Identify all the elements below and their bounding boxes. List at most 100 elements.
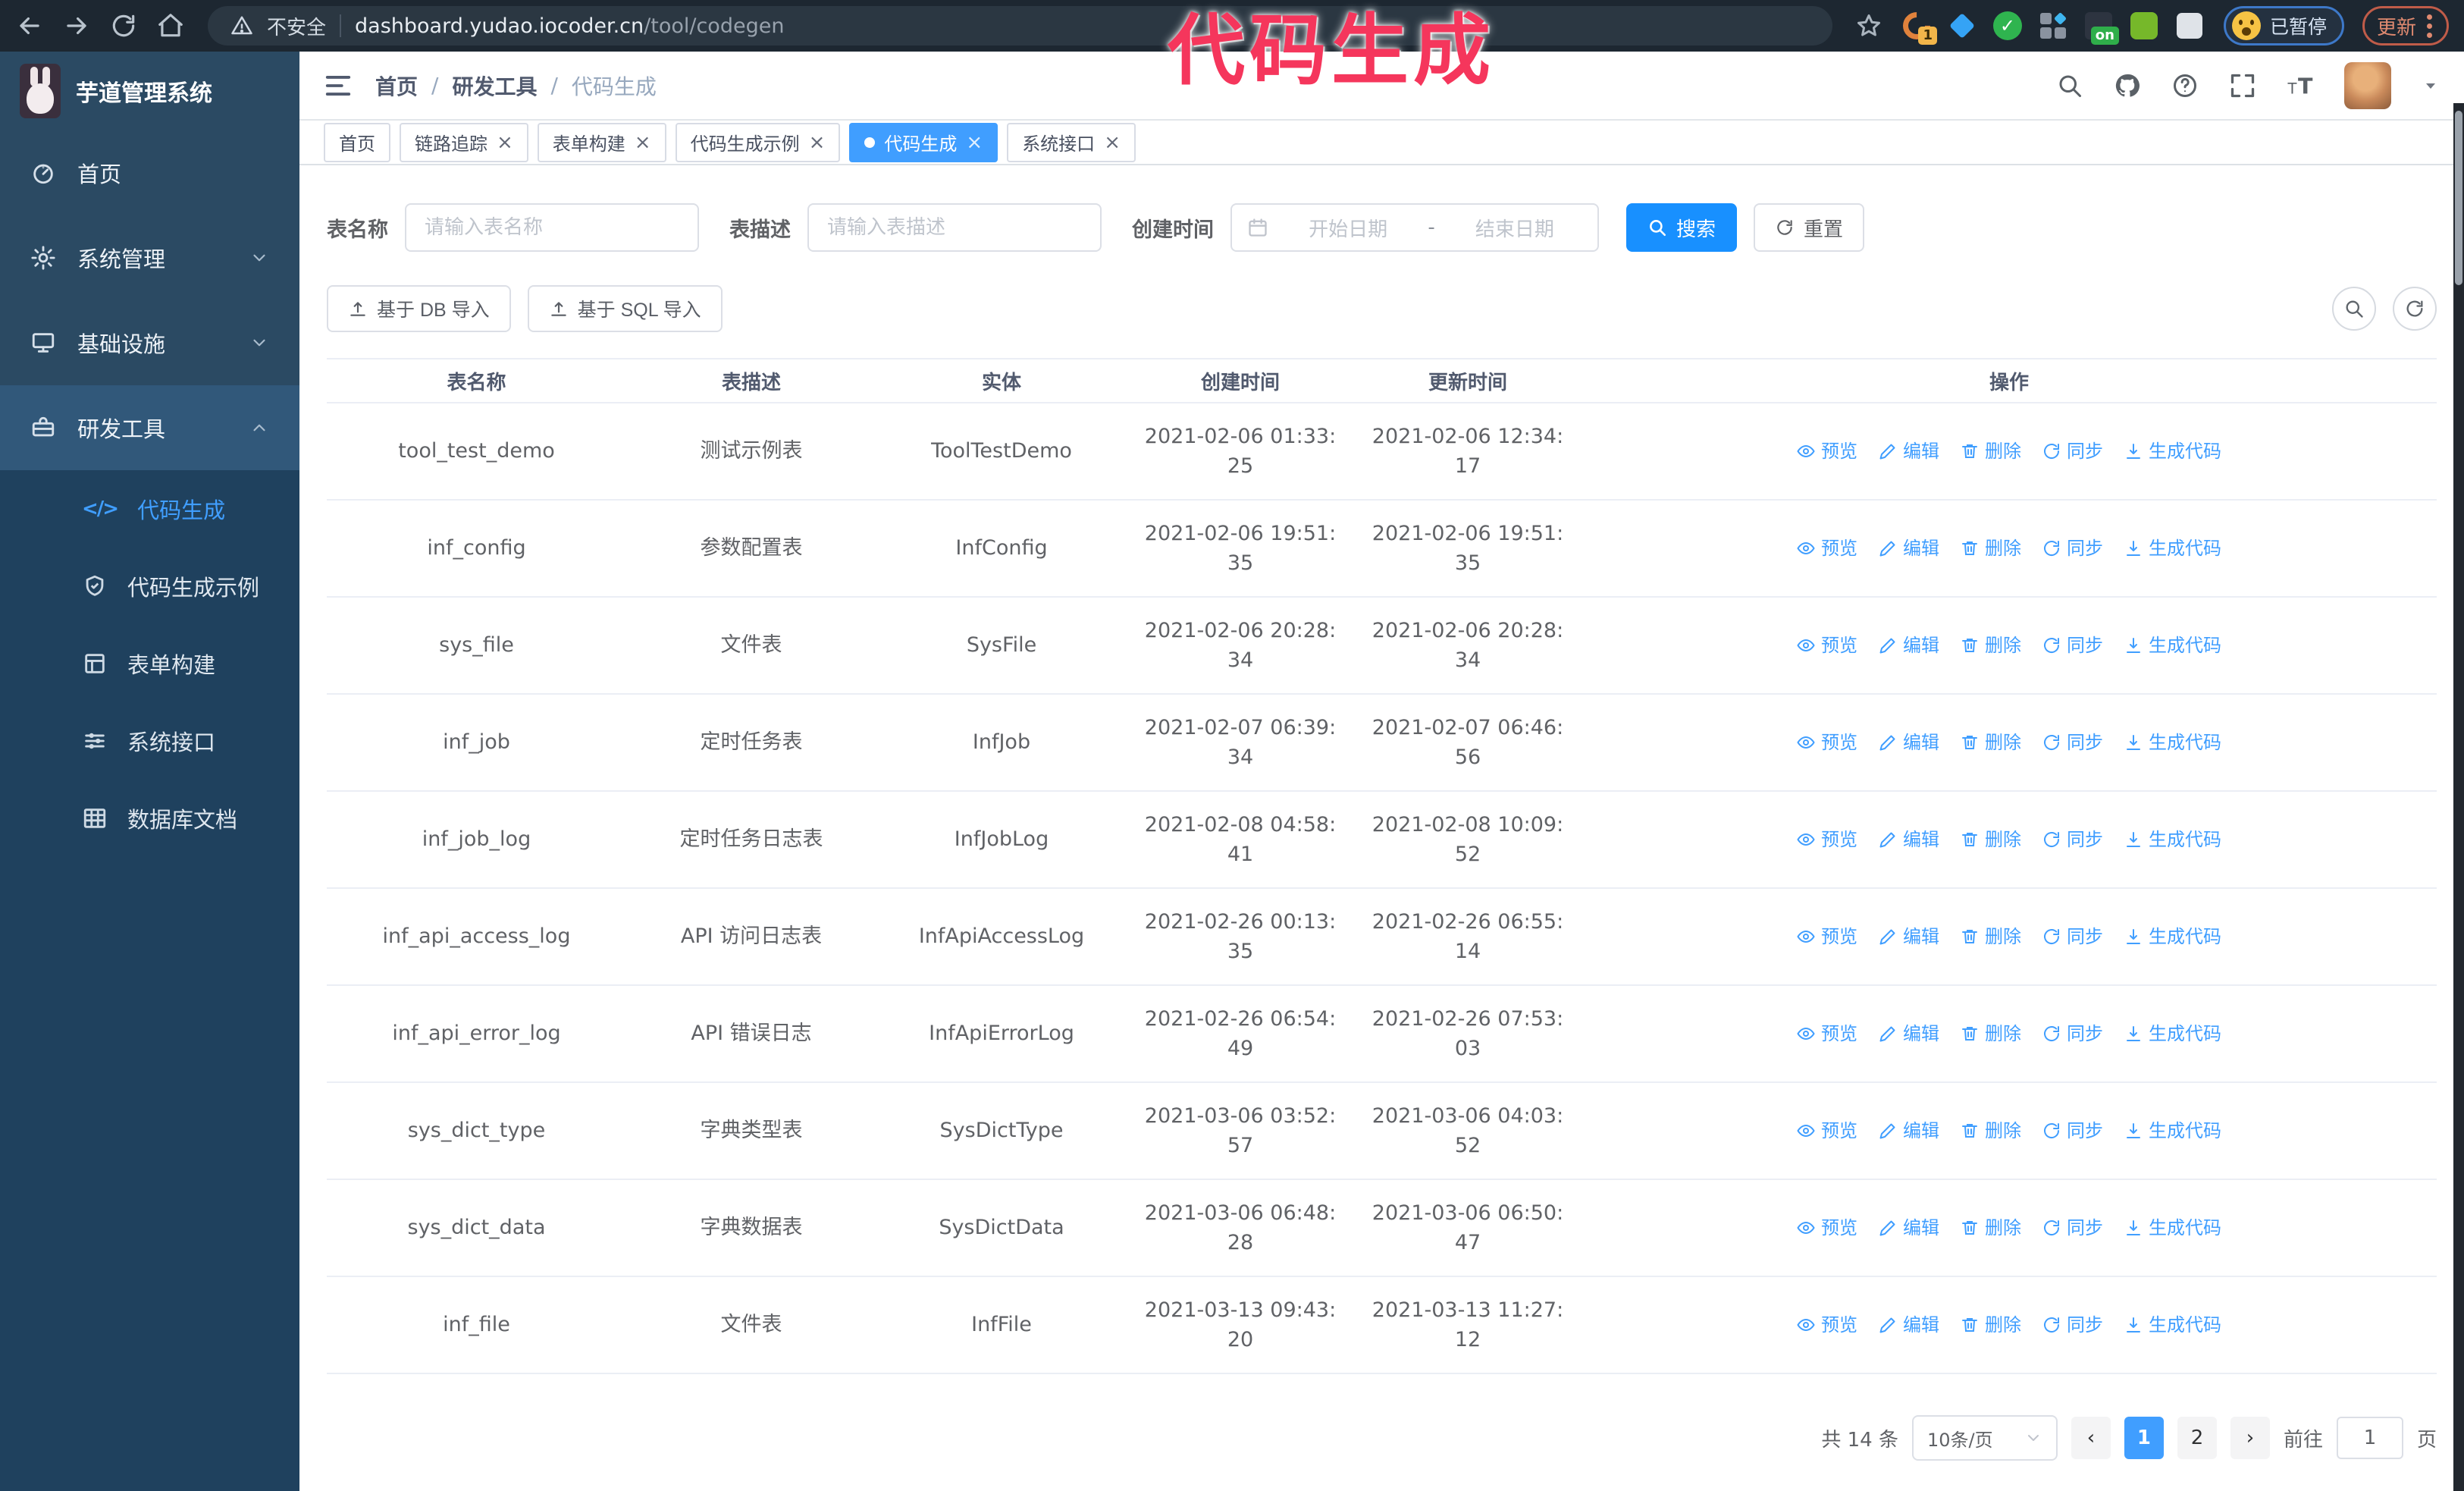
preview-link[interactable]: 预览 [1797, 1215, 1857, 1241]
table-name-input[interactable] [405, 203, 699, 252]
generate-code-link[interactable]: 生成代码 [2124, 1118, 2221, 1144]
extension-dark-icon[interactable]: on [2083, 10, 2119, 45]
delete-link[interactable]: 删除 [1961, 1215, 2021, 1241]
search-icon[interactable] [2056, 72, 2083, 99]
scrollbar-thumb[interactable] [2455, 111, 2462, 285]
preview-link[interactable]: 预览 [1797, 1021, 1857, 1047]
browser-reload-icon[interactable] [109, 11, 138, 40]
table-desc-input[interactable] [807, 203, 1102, 252]
delete-link[interactable]: 删除 [1961, 1118, 2021, 1144]
sync-link[interactable]: 同步 [2042, 827, 2103, 853]
browser-update-button[interactable]: 更新 [2362, 6, 2449, 46]
extension-check-icon[interactable]: ✓ [1992, 10, 2024, 42]
sidebar-item-codegen-example[interactable]: 代码生成示例 [0, 548, 299, 625]
generate-code-link[interactable]: 生成代码 [2124, 1215, 2221, 1241]
generate-code-link[interactable]: 生成代码 [2124, 632, 2221, 659]
sidebar-item-system-api[interactable]: 系统接口 [0, 702, 299, 780]
sync-link[interactable]: 同步 [2042, 632, 2103, 659]
breadcrumb-home[interactable]: 首页 [375, 71, 418, 101]
tab-system-api[interactable]: 系统接口 × [1007, 122, 1136, 162]
sidebar-item-db-docs[interactable]: 数据库文档 [0, 780, 299, 857]
generate-code-link[interactable]: 生成代码 [2124, 438, 2221, 465]
delete-link[interactable]: 删除 [1961, 924, 2021, 950]
import-sql-button[interactable]: 基于 SQL 导入 [527, 285, 723, 332]
delete-link[interactable]: 删除 [1961, 1021, 2021, 1047]
edit-link[interactable]: 编辑 [1879, 1021, 1939, 1047]
generate-code-link[interactable]: 生成代码 [2124, 1021, 2221, 1047]
reset-button[interactable]: 重置 [1754, 203, 1865, 252]
browser-home-icon[interactable] [156, 11, 185, 40]
extension-gem-icon[interactable] [1946, 10, 1978, 42]
sync-link[interactable]: 同步 [2042, 1021, 2103, 1047]
close-icon[interactable]: × [1104, 133, 1121, 152]
edit-link[interactable]: 编辑 [1879, 827, 1939, 853]
bookmark-star-icon[interactable] [1855, 12, 1882, 39]
tab-tracing[interactable]: 链路追踪 × [400, 122, 528, 162]
generate-code-link[interactable]: 生成代码 [2124, 730, 2221, 756]
browser-menu-icon[interactable] [2427, 14, 2434, 38]
hamburger-icon[interactable] [324, 71, 353, 100]
edit-link[interactable]: 编辑 [1879, 535, 1939, 562]
extension-grid-icon[interactable] [2037, 10, 2069, 42]
avatar-caret-icon[interactable] [2422, 77, 2440, 95]
extensions-puzzle-icon[interactable] [2174, 10, 2205, 42]
sidebar-item-system[interactable]: 系统管理 [0, 215, 299, 300]
page-size-select[interactable]: 10条/页 [1911, 1415, 2058, 1461]
preview-link[interactable]: 预览 [1797, 730, 1857, 756]
goto-page-input[interactable] [2336, 1417, 2403, 1459]
tab-form-builder[interactable]: 表单构建 × [537, 122, 666, 162]
user-avatar[interactable] [2344, 61, 2391, 109]
preview-link[interactable]: 预览 [1797, 535, 1857, 562]
sync-link[interactable]: 同步 [2042, 438, 2103, 465]
sidebar-item-form-builder[interactable]: 表单构建 [0, 625, 299, 702]
prev-page-button[interactable]: ‹ [2071, 1417, 2111, 1459]
breadcrumb-dev-tools[interactable]: 研发工具 [452, 71, 537, 101]
page-button-1[interactable]: 1 [2124, 1417, 2164, 1459]
browser-forward-icon[interactable] [62, 11, 91, 40]
sidebar-item-home[interactable]: 首页 [0, 130, 299, 215]
app-logo[interactable]: 芋道管理系统 [0, 52, 299, 130]
tab-codegen-example[interactable]: 代码生成示例 × [675, 122, 841, 162]
browser-back-icon[interactable] [15, 11, 44, 40]
fullscreen-icon[interactable] [2229, 72, 2256, 99]
edit-link[interactable]: 编辑 [1879, 924, 1939, 950]
sync-link[interactable]: 同步 [2042, 1118, 2103, 1144]
preview-link[interactable]: 预览 [1797, 438, 1857, 465]
generate-code-link[interactable]: 生成代码 [2124, 1312, 2221, 1339]
refresh-table-button[interactable] [2393, 287, 2437, 331]
sync-link[interactable]: 同步 [2042, 1215, 2103, 1241]
start-date-placeholder[interactable]: 开始日期 [1281, 214, 1415, 242]
preview-link[interactable]: 预览 [1797, 1118, 1857, 1144]
search-button[interactable]: 搜索 [1626, 203, 1738, 252]
close-icon[interactable]: × [497, 133, 513, 152]
end-date-placeholder[interactable]: 结束日期 [1447, 214, 1582, 242]
preview-link[interactable]: 预览 [1797, 1312, 1857, 1339]
sidebar-item-codegen[interactable]: </> 代码生成 [0, 470, 299, 548]
delete-link[interactable]: 删除 [1961, 632, 2021, 659]
delete-link[interactable]: 删除 [1961, 438, 2021, 465]
address-bar[interactable]: 不安全 dashboard.yudao.iocoder.cn/tool/code… [208, 6, 1832, 46]
generate-code-link[interactable]: 生成代码 [2124, 924, 2221, 950]
delete-link[interactable]: 删除 [1961, 535, 2021, 562]
toggle-search-button[interactable] [2332, 287, 2376, 331]
next-page-button[interactable]: › [2230, 1417, 2270, 1459]
extension-orange-icon[interactable]: 1 [1897, 6, 1937, 46]
sidebar-item-dev-tools[interactable]: 研发工具 [0, 385, 299, 470]
tab-codegen[interactable]: 代码生成 × [849, 122, 998, 162]
page-button-2[interactable]: 2 [2177, 1417, 2217, 1459]
font-size-icon[interactable]: TT [2287, 72, 2314, 99]
preview-link[interactable]: 预览 [1797, 924, 1857, 950]
sync-link[interactable]: 同步 [2042, 730, 2103, 756]
tab-home[interactable]: 首页 [324, 122, 390, 162]
sync-link[interactable]: 同步 [2042, 924, 2103, 950]
preview-link[interactable]: 预览 [1797, 827, 1857, 853]
delete-link[interactable]: 删除 [1961, 1312, 2021, 1339]
edit-link[interactable]: 编辑 [1879, 1118, 1939, 1144]
edit-link[interactable]: 编辑 [1879, 730, 1939, 756]
edit-link[interactable]: 编辑 [1879, 632, 1939, 659]
sidebar-item-infrastructure[interactable]: 基础设施 [0, 300, 299, 385]
close-icon[interactable]: × [809, 133, 826, 152]
generate-code-link[interactable]: 生成代码 [2124, 827, 2221, 853]
github-icon[interactable] [2114, 72, 2141, 99]
date-range-picker[interactable]: 开始日期 - 结束日期 [1230, 203, 1599, 252]
